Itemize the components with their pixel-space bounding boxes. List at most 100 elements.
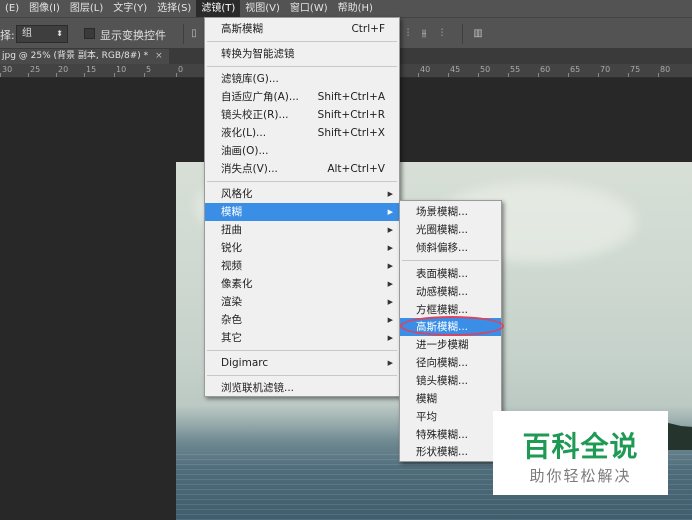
submenu-item-label: 径向模糊...: [416, 357, 469, 369]
submenu-item-smart-blur[interactable]: 特殊模糊...: [400, 426, 501, 444]
menu-item-label: 视频: [221, 260, 242, 272]
menu-item-label: 锐化: [221, 242, 242, 254]
menu-item-stylize[interactable]: 风格化 ▶: [205, 185, 399, 203]
submenu-item-tilt-shift[interactable]: 倾斜偏移...: [400, 239, 501, 257]
dropdown-arrow-icon: ⬍: [56, 29, 63, 38]
close-icon[interactable]: ×: [155, 51, 163, 61]
submenu-item-lens-blur[interactable]: 镜头模糊...: [400, 372, 501, 390]
menu-item-label: 像素化: [221, 278, 253, 290]
menu-item-label: 高斯模糊: [221, 23, 263, 35]
submenu-item-average[interactable]: 平均: [400, 408, 501, 426]
ruler-tick-label: 5: [146, 65, 152, 74]
menu-item-filter-gallery[interactable]: 滤镜库(G)...: [205, 70, 399, 88]
submenu-item-label: 平均: [416, 411, 437, 423]
ruler-tick-mark: [508, 73, 509, 77]
align-top-icon[interactable]: ▯: [188, 27, 200, 41]
submenu-arrow-icon: ▶: [387, 334, 393, 342]
watermark-subtitle: 助你轻松解决: [529, 467, 632, 485]
menu-item-vanishing-point[interactable]: 消失点(V)... Alt+Ctrl+V: [205, 160, 399, 178]
submenu-arrow-icon: ▶: [387, 190, 393, 198]
submenu-item-label: 进一步模糊: [416, 339, 469, 351]
ruler-tick-label: 25: [30, 65, 41, 74]
auto-align-layers-icon[interactable]: ▥: [472, 27, 484, 41]
menu-item-shortcut: Ctrl+F: [351, 23, 385, 35]
menu-item-browse-filters-online[interactable]: 浏览联机滤镜...: [205, 379, 399, 397]
ruler-tick-label: 80: [660, 65, 671, 74]
menu-item-label: 滤镜库(G)...: [221, 73, 279, 85]
ruler-tick-mark: [114, 73, 115, 77]
menu-item-shortcut: Shift+Ctrl+X: [317, 127, 385, 139]
submenu-item-label: 模糊: [416, 393, 437, 405]
menu-item-sharpen[interactable]: 锐化 ▶: [205, 239, 399, 257]
submenu-item-shape-blur[interactable]: 形状模糊...: [400, 443, 501, 461]
ruler-tick-mark: [538, 73, 539, 77]
menu-select[interactable]: 选择(S): [152, 0, 196, 17]
submenu-arrow-icon: ▶: [387, 244, 393, 252]
menu-separator: [207, 41, 397, 42]
menu-item-adaptive-wide-angle[interactable]: 自适应广角(A)... Shift+Ctrl+A: [205, 88, 399, 106]
ruler-tick-label: 65: [570, 65, 581, 74]
submenu-item-label: 光圈模糊...: [416, 224, 469, 236]
menu-window[interactable]: 窗口(W): [285, 0, 333, 17]
document-tab-title: jpg @ 25% (背景 副本, RGB/8#) *: [2, 51, 149, 61]
menu-item-label: 扭曲: [221, 224, 242, 236]
menu-type[interactable]: 文字(Y): [108, 0, 152, 17]
menu-item-render[interactable]: 渲染 ▶: [205, 293, 399, 311]
menu-item-label: 风格化: [221, 188, 253, 200]
submenu-item-label: 镜头模糊...: [416, 375, 469, 387]
menu-item-shortcut: Shift+Ctrl+R: [317, 109, 385, 121]
ruler-tick-mark: [658, 73, 659, 77]
submenu-item-radial-blur[interactable]: 径向模糊...: [400, 354, 501, 372]
submenu-item-blur-more[interactable]: 进一步模糊: [400, 336, 501, 354]
menu-bar: (E) 图像(I) 图层(L) 文字(Y) 选择(S) 滤镜(T) 视图(V) …: [0, 0, 692, 17]
submenu-arrow-icon: ▶: [387, 280, 393, 288]
menu-help[interactable]: 帮助(H): [333, 0, 378, 17]
menu-item-last-filter[interactable]: 高斯模糊 Ctrl+F: [205, 20, 399, 38]
menu-image[interactable]: 图像(I): [24, 0, 65, 17]
menu-item-digimarc[interactable]: Digimarc ▶: [205, 354, 399, 372]
menu-item-video[interactable]: 视频 ▶: [205, 257, 399, 275]
menu-item-pixelate[interactable]: 像素化 ▶: [205, 275, 399, 293]
submenu-item-motion-blur[interactable]: 动感模糊...: [400, 283, 501, 301]
menu-view[interactable]: 视图(V): [240, 0, 285, 17]
show-transform-controls-checkbox[interactable]: [84, 28, 95, 39]
submenu-item-field-blur[interactable]: 场景模糊...: [400, 203, 501, 221]
menu-separator: [207, 66, 397, 67]
menu-item-lens-correction[interactable]: 镜头校正(R)... Shift+Ctrl+R: [205, 106, 399, 124]
distribute-icon[interactable]: ⫶: [402, 27, 414, 41]
submenu-item-iris-blur[interactable]: 光圈模糊...: [400, 221, 501, 239]
distribute-horizontal-centers-icon[interactable]: ⫵: [418, 27, 430, 41]
menu-item-oil-paint[interactable]: 油画(O)...: [205, 142, 399, 160]
distribute-right-icon[interactable]: ⫶: [436, 27, 448, 41]
menu-item-other[interactable]: 其它 ▶: [205, 329, 399, 347]
watermark-logo: 百科全说 助你轻松解决: [493, 411, 668, 495]
ruler-tick-mark: [448, 73, 449, 77]
menu-item-distort[interactable]: 扭曲 ▶: [205, 221, 399, 239]
ruler-tick-label: 70: [600, 65, 611, 74]
annotation-circle: [400, 316, 504, 336]
ruler-tick-label: 10: [116, 65, 127, 74]
menu-item-convert-smart-filter[interactable]: 转换为智能滤镜: [205, 45, 399, 63]
menu-item-liquify[interactable]: 液化(L)... Shift+Ctrl+X: [205, 124, 399, 142]
options-divider: [462, 24, 463, 44]
menu-item-label: 消失点(V)...: [221, 163, 278, 175]
submenu-item-label: 场景模糊...: [416, 206, 469, 218]
document-tab[interactable]: jpg @ 25% (背景 副本, RGB/8#) * ×: [0, 49, 169, 64]
menu-item-blur[interactable]: 模糊 ▶: [205, 203, 399, 221]
submenu-item-surface-blur[interactable]: 表面模糊...: [400, 265, 501, 283]
ruler-tick-mark: [628, 73, 629, 77]
ruler-tick-label: 0: [178, 65, 184, 74]
menu-filter[interactable]: 滤镜(T): [196, 0, 241, 17]
menu-edit[interactable]: (E): [0, 0, 24, 17]
menu-item-label: 自适应广角(A)...: [221, 91, 299, 103]
menu-layer[interactable]: 图层(L): [65, 0, 108, 17]
submenu-arrow-icon: ▶: [387, 359, 393, 367]
menu-item-noise[interactable]: 杂色 ▶: [205, 311, 399, 329]
ruler-tick-mark: [0, 73, 1, 77]
submenu-item-label: 表面模糊...: [416, 268, 469, 280]
ruler-tick-mark: [56, 73, 57, 77]
submenu-item-blur[interactable]: 模糊: [400, 390, 501, 408]
menu-item-label: 其它: [221, 332, 242, 344]
menu-separator: [207, 181, 397, 182]
auto-select-dropdown[interactable]: 组 ⬍: [16, 25, 68, 43]
